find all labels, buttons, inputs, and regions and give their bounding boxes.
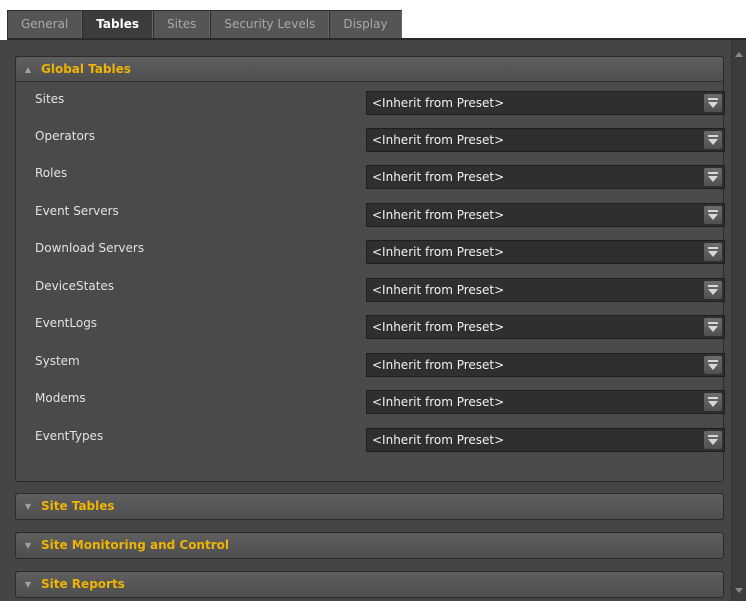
sites-dropdown[interactable]: <Inherit from Preset> [366,91,725,115]
row-label: Operators [35,129,95,143]
row-label: EventTypes [35,429,104,443]
settings-content: ▲ Global Tables Sites <Inherit from Pres… [7,40,746,601]
modems-dropdown[interactable]: <Inherit from Preset> [366,390,725,414]
row-label: Modems [35,391,86,405]
dropdown-value: <Inherit from Preset> [372,395,505,409]
table-row-system: System <Inherit from Preset> [35,351,725,377]
dropdown-value: <Inherit from Preset> [372,320,505,334]
tab-general[interactable]: General [7,10,83,38]
table-row-devicestates: DeviceStates <Inherit from Preset> [35,276,725,302]
scroll-down-icon[interactable] [735,588,743,593]
site-reports-header[interactable]: ▼ Site Reports [16,572,723,597]
scroll-up-icon[interactable] [735,52,743,57]
row-label: Event Servers [35,204,119,218]
roles-dropdown[interactable]: <Inherit from Preset> [366,165,725,189]
row-label: DeviceStates [35,279,115,293]
dropdown-value: <Inherit from Preset> [372,170,505,184]
row-label: System [35,354,80,368]
dropdown-arrow-icon[interactable] [704,131,722,149]
dropdown-arrow-icon[interactable] [704,431,722,449]
table-row-eventlogs: EventLogs <Inherit from Preset> [35,313,725,339]
table-row-event-servers: Event Servers <Inherit from Preset> [35,201,725,227]
dropdown-value: <Inherit from Preset> [372,283,505,297]
dropdown-arrow-icon[interactable] [704,318,722,336]
dropdown-arrow-icon[interactable] [704,206,722,224]
chevron-up-icon: ▲ [25,64,32,74]
row-label: Roles [35,166,68,180]
event-servers-dropdown[interactable]: <Inherit from Preset> [366,203,725,227]
dropdown-arrow-icon[interactable] [704,281,722,299]
site-monitoring-header[interactable]: ▼ Site Monitoring and Control [16,533,723,558]
devicestates-dropdown[interactable]: <Inherit from Preset> [366,278,725,302]
chevron-down-icon: ▼ [25,580,32,589]
global-tables-header[interactable]: ▲ Global Tables [16,57,723,82]
dropdown-value: <Inherit from Preset> [372,358,505,372]
table-row-modems: Modems <Inherit from Preset> [35,388,725,414]
table-row-roles: Roles <Inherit from Preset> [35,163,725,189]
eventtypes-dropdown[interactable]: <Inherit from Preset> [366,428,725,452]
site-monitoring-panel: ▼ Site Monitoring and Control [15,532,724,559]
vertical-scrollbar[interactable] [731,40,746,601]
system-dropdown[interactable]: <Inherit from Preset> [366,353,725,377]
site-monitoring-title: Site Monitoring and Control [41,538,229,552]
dropdown-arrow-icon[interactable] [704,393,722,411]
global-tables-title: Global Tables [41,61,131,76]
dropdown-arrow-icon[interactable] [704,168,722,186]
operators-dropdown[interactable]: <Inherit from Preset> [366,128,725,152]
dropdown-arrow-icon[interactable] [704,243,722,261]
tab-bar: General Tables Sites Security Levels Dis… [0,0,746,40]
dropdown-value: <Inherit from Preset> [372,208,505,222]
table-row-download-servers: Download Servers <Inherit from Preset> [35,238,725,264]
tab-security-levels[interactable]: Security Levels [210,10,330,38]
dropdown-value: <Inherit from Preset> [372,433,505,447]
site-reports-panel: ▼ Site Reports [15,571,724,598]
tab-display[interactable]: Display [329,10,402,38]
dropdown-value: <Inherit from Preset> [372,96,505,110]
dropdown-value: <Inherit from Preset> [372,133,505,147]
tab-strip: General Tables Sites Security Levels Dis… [7,10,402,38]
row-label: EventLogs [35,316,98,330]
row-label: Download Servers [35,241,145,255]
global-tables-panel: ▲ Global Tables Sites <Inherit from Pres… [15,56,725,482]
tab-tables[interactable]: Tables [82,10,154,38]
table-row-sites: Sites <Inherit from Preset> [35,89,725,115]
row-label: Sites [35,92,65,106]
tab-sites[interactable]: Sites [153,10,211,38]
table-row-eventtypes: EventTypes <Inherit from Preset> [35,426,725,452]
dropdown-arrow-icon[interactable] [704,94,722,112]
download-servers-dropdown[interactable]: <Inherit from Preset> [366,240,725,264]
table-row-operators: Operators <Inherit from Preset> [35,126,725,152]
site-tables-panel: ▼ Site Tables [15,493,724,520]
site-reports-title: Site Reports [41,577,125,591]
dropdown-value: <Inherit from Preset> [372,245,505,259]
dropdown-arrow-icon[interactable] [704,356,722,374]
site-tables-header[interactable]: ▼ Site Tables [16,494,723,519]
site-tables-title: Site Tables [41,499,115,513]
chevron-down-icon: ▼ [25,502,32,511]
eventlogs-dropdown[interactable]: <Inherit from Preset> [366,315,725,339]
chevron-down-icon: ▼ [25,541,32,550]
